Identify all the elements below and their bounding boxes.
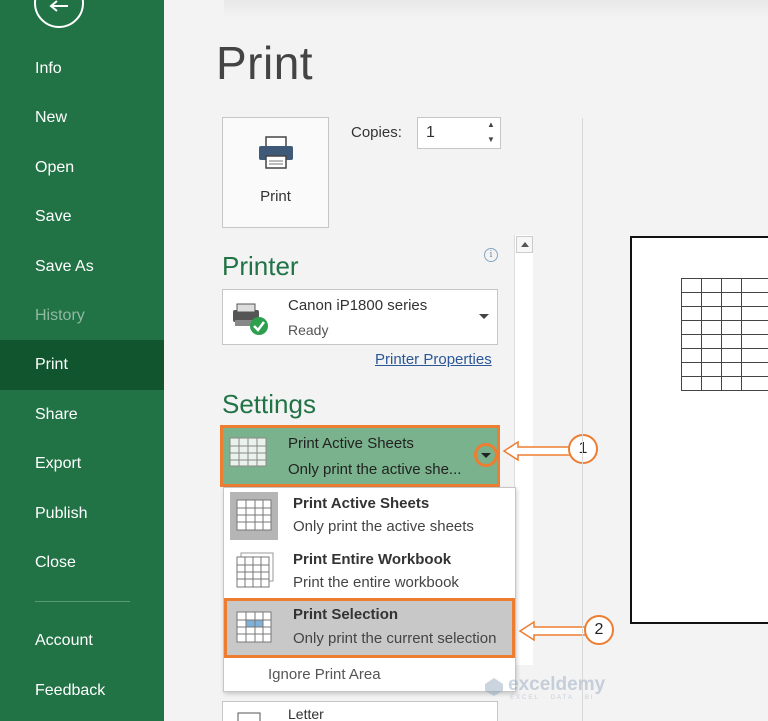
selection-grid-icon xyxy=(230,604,278,652)
nav-account[interactable]: Account xyxy=(0,616,164,666)
printer-ready-icon xyxy=(231,302,271,341)
active-sheets-icon xyxy=(230,492,278,540)
print-pane: Print Print Copies: 1 ▲ ▼ Printer i Cano… xyxy=(164,0,768,721)
printer-status: Ready xyxy=(288,322,329,338)
nav-close[interactable]: Close xyxy=(0,538,164,588)
dropdown-chevron-icon[interactable] xyxy=(474,443,498,467)
exceldemy-logo-icon xyxy=(484,677,504,702)
option-title: Print Active Sheets xyxy=(293,495,430,512)
workbook-icon xyxy=(230,548,278,596)
option-print-selection[interactable]: Print Selection Only print the current s… xyxy=(224,598,515,658)
paper-icon xyxy=(237,712,261,721)
chevron-down-icon[interactable] xyxy=(479,314,489,319)
exceldemy-watermark: exceldemy EXCEL · DATA · BI xyxy=(474,674,634,702)
sheet-grid-icon xyxy=(229,437,269,474)
printer-icon xyxy=(257,136,295,175)
callout-arrow-2 xyxy=(518,620,588,647)
option-title: Print Entire Workbook xyxy=(293,551,452,568)
preview-table xyxy=(681,278,768,391)
header-strip xyxy=(224,0,768,18)
nav-info[interactable]: Info xyxy=(0,44,164,94)
copies-stepper[interactable]: 1 ▲ ▼ xyxy=(417,117,501,149)
option-print-entire-workbook[interactable]: Print Entire Workbook Print the entire w… xyxy=(224,544,515,600)
nav-save-as[interactable]: Save As xyxy=(0,242,164,292)
option-print-active-sheets[interactable]: Print Active Sheets Only print the activ… xyxy=(224,488,515,544)
nav-publish[interactable]: Publish xyxy=(0,489,164,539)
nav-open[interactable]: Open xyxy=(0,143,164,193)
printer-section-title: Printer xyxy=(222,251,299,281)
option-subtitle: Only print the current selection xyxy=(293,630,497,647)
paper-size-label: Letter xyxy=(288,706,324,721)
copies-value: 1 xyxy=(426,124,435,141)
nav-share[interactable]: Share xyxy=(0,390,164,440)
print-what-menu: Print Active Sheets Only print the activ… xyxy=(223,487,516,692)
print-preview-page xyxy=(630,236,768,624)
selected-option-title: Print Active Sheets xyxy=(288,435,414,452)
print-what-dropdown[interactable]: Print Active Sheets Only print the activ… xyxy=(220,425,500,487)
printer-name: Canon iP1800 series xyxy=(288,297,428,314)
nav-history: History xyxy=(35,307,85,324)
print-button[interactable]: Print xyxy=(222,117,329,228)
nav-print[interactable]: Print xyxy=(0,340,164,390)
nav-divider xyxy=(35,601,130,602)
selected-option-subtitle: Only print the active she... xyxy=(288,461,462,478)
watermark-name: exceldemy xyxy=(508,674,606,695)
watermark-tagline: EXCEL · DATA · BI xyxy=(510,695,595,701)
page-title: Print xyxy=(216,37,314,89)
option-subtitle: Only print the active sheets xyxy=(293,518,474,535)
settings-section-title: Settings xyxy=(222,389,316,419)
spin-down-icon[interactable]: ▼ xyxy=(486,135,496,145)
callout-number-2: 2 xyxy=(584,615,614,645)
back-arrow-icon[interactable] xyxy=(34,0,84,28)
option-title: Print Selection xyxy=(293,606,399,623)
spin-up-icon[interactable]: ▲ xyxy=(486,120,496,130)
printer-properties-link[interactable]: Printer Properties xyxy=(375,351,492,368)
nav-save[interactable]: Save xyxy=(0,192,164,242)
printer-select[interactable]: Canon iP1800 series Ready xyxy=(222,289,498,345)
print-button-label: Print xyxy=(260,188,291,205)
callout-arrow-1 xyxy=(502,440,572,467)
option-subtitle: Print the entire workbook xyxy=(293,574,459,591)
copies-label: Copies: xyxy=(351,124,402,141)
nav-feedback[interactable]: Feedback xyxy=(0,666,164,716)
nav-new[interactable]: New xyxy=(0,93,164,143)
backstage-sidebar: Info New Open Save Save As History Print… xyxy=(0,0,164,721)
info-icon[interactable]: i xyxy=(484,248,498,262)
nav-export[interactable]: Export xyxy=(0,439,164,489)
callout-number-1: 1 xyxy=(568,434,598,464)
paper-size-select[interactable]: Letter xyxy=(222,701,498,721)
ignore-print-area[interactable]: Ignore Print Area xyxy=(268,666,381,683)
preview-divider xyxy=(582,118,583,721)
scroll-up-icon[interactable] xyxy=(516,236,533,253)
